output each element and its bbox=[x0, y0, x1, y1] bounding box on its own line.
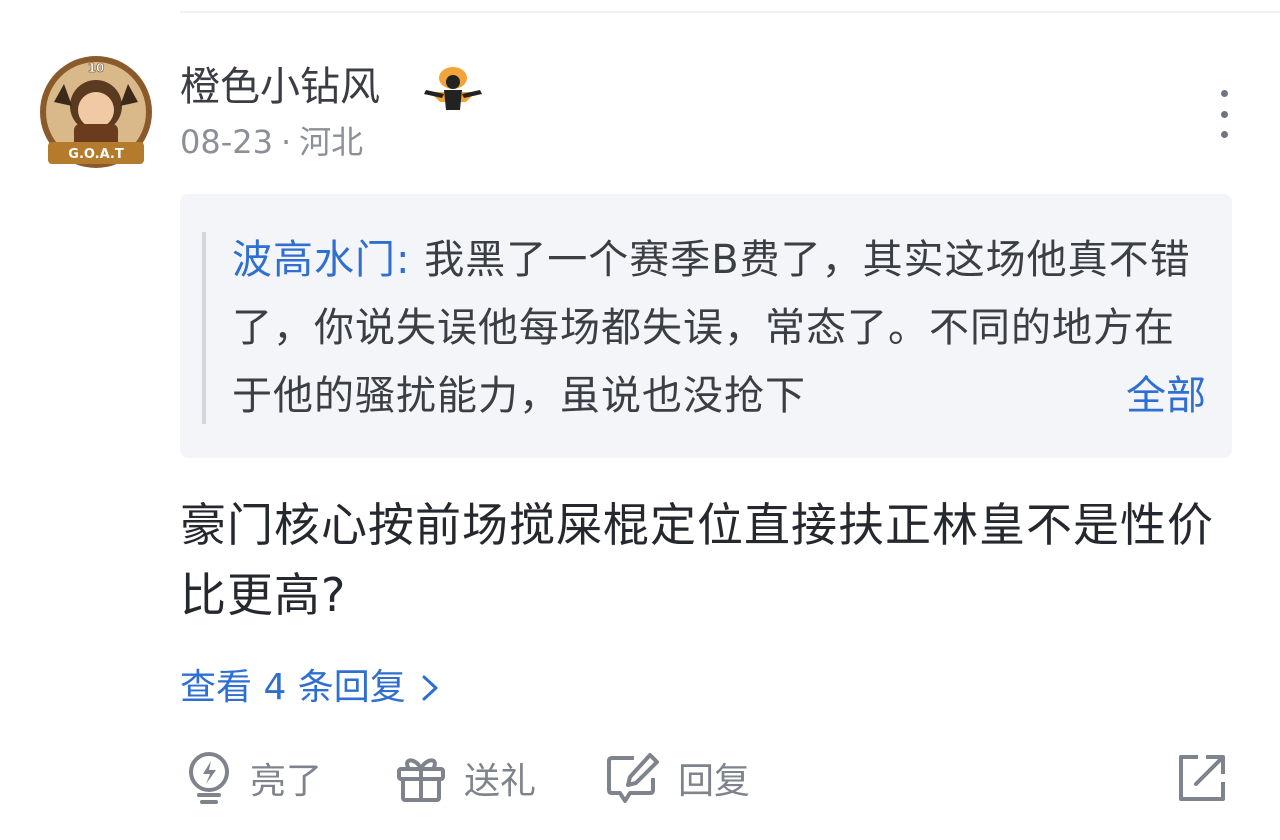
top-divider bbox=[180, 11, 1280, 13]
share-button[interactable] bbox=[1176, 752, 1228, 804]
gift-icon bbox=[397, 758, 445, 802]
comment-meta: 08-23 · 河北 bbox=[180, 120, 363, 164]
quoted-comment[interactable]: 波高水门: 我黑了一个赛季B费了，其实这场他真不错了，你说失误他每场都失误，常态… bbox=[180, 194, 1232, 458]
lightbulb-icon bbox=[189, 752, 229, 804]
comment-page: G.O.A.T 10 橙色小钻风 08-23 · 河北 波高水门: 我黑了一个赛季B… bbox=[0, 0, 1280, 840]
gift-label: 送礼 bbox=[464, 761, 537, 802]
like-button[interactable]: 亮了 bbox=[186, 750, 322, 806]
username[interactable]: 橙色小钻风 bbox=[180, 60, 380, 114]
comment-location: 河北 bbox=[299, 123, 364, 161]
goat-avatar-icon: G.O.A.T 10 bbox=[40, 56, 152, 168]
meta-separator: · bbox=[280, 123, 292, 161]
reply-label: 回复 bbox=[678, 761, 751, 802]
edit-comment-icon bbox=[607, 753, 659, 803]
avatar-text: G.O.A.T bbox=[68, 147, 124, 162]
view-replies-link[interactable]: 查看 4 条回复 bbox=[180, 664, 442, 712]
chevron-right-icon bbox=[422, 675, 438, 701]
more-dot-icon bbox=[1220, 90, 1228, 97]
share-icon bbox=[1179, 755, 1225, 801]
gift-button[interactable]: 送礼 bbox=[396, 750, 536, 806]
like-label: 亮了 bbox=[250, 761, 323, 802]
comment-body: 豪门核心按前场搅屎棍定位直接扶正林皇不是性价比更高? bbox=[180, 498, 1214, 622]
quote-bar bbox=[202, 232, 206, 424]
reply-button[interactable]: 回复 bbox=[606, 750, 750, 806]
more-options-button[interactable] bbox=[1198, 84, 1250, 144]
dunk-player-badge-icon bbox=[422, 62, 484, 112]
more-dot-icon bbox=[1220, 131, 1228, 138]
comment-date: 08-23 bbox=[180, 123, 273, 161]
more-dot-icon bbox=[1220, 110, 1228, 118]
view-replies-label: 查看 4 条回复 bbox=[180, 667, 406, 708]
svg-text:10: 10 bbox=[88, 61, 105, 75]
quote-author[interactable]: 波高水门: bbox=[232, 237, 410, 283]
avatar[interactable]: G.O.A.T 10 bbox=[38, 54, 154, 170]
quote-expand-link[interactable]: 全部 bbox=[1036, 362, 1206, 430]
